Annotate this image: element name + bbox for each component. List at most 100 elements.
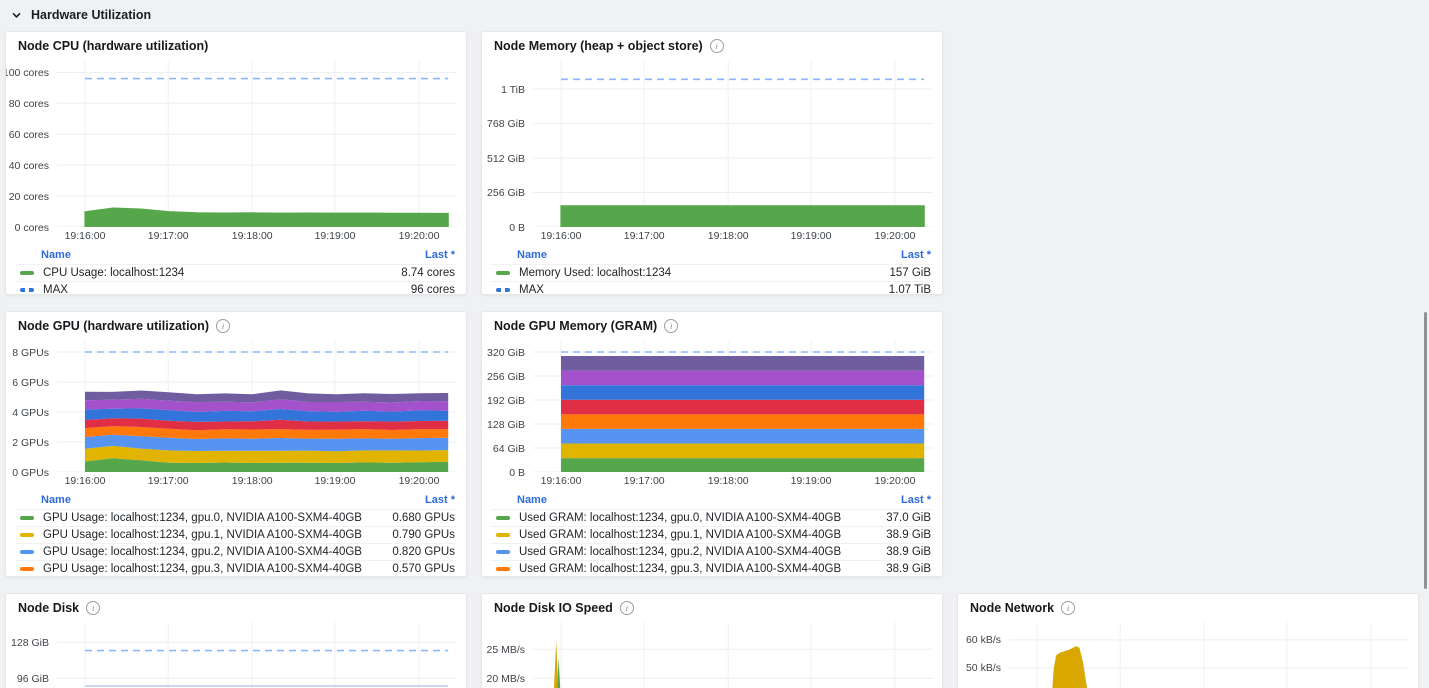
legend-series-swatch: [20, 271, 34, 275]
legend-column-last[interactable]: Last *: [901, 494, 931, 506]
panel-node-cpu: Node CPU (hardware utilization) 100 cores…: [5, 31, 467, 295]
chart-canvas[interactable]: [57, 60, 457, 227]
legend-column-last[interactable]: Last *: [901, 249, 931, 261]
x-axis-tick-label: 19:17:00: [623, 475, 665, 487]
legend-series-swatch: [496, 550, 510, 554]
legend: Name Last * Memory Used: localhost:1234 157…: [491, 247, 933, 295]
y-axis-tick-label: 80 cores: [8, 97, 49, 110]
x-axis-tick-label: 19:16:00: [64, 475, 106, 487]
y-axis-tick-label: 1 TiB: [501, 83, 525, 96]
legend-series-label[interactable]: GPU Usage: localhost:1234, gpu.1, NVIDIA…: [43, 529, 392, 541]
section-title: Hardware Utilization: [31, 8, 152, 22]
panel-title[interactable]: Node CPU (hardware utilization): [18, 39, 208, 53]
panel-title[interactable]: Node Memory (heap + object store): [494, 39, 703, 53]
legend-series-value: 37.0 GiB: [886, 512, 931, 524]
panel-title[interactable]: Node Network: [970, 601, 1054, 615]
y-axis-tick-label: 40 cores: [8, 159, 49, 172]
panel-title[interactable]: Node Disk: [18, 601, 79, 615]
legend-column-name[interactable]: Name: [517, 494, 547, 506]
legend-series-label[interactable]: MAX: [519, 284, 889, 294]
legend-column-last[interactable]: Last *: [425, 249, 455, 261]
y-axis-tick-label: 256 GiB: [487, 370, 525, 383]
panel-row: Node CPU (hardware utilization) 100 cores…: [5, 31, 1429, 295]
legend-series-label[interactable]: Used GRAM: localhost:1234, gpu.1, NVIDIA…: [519, 529, 886, 541]
chevron-down-icon: [12, 12, 21, 18]
info-icon[interactable]: i: [86, 601, 101, 615]
legend-row: Used GRAM: localhost:1234, gpu.1, NVIDIA…: [491, 526, 933, 543]
info-icon[interactable]: i: [1061, 601, 1076, 615]
legend-series-value: 38.9 GiB: [886, 563, 931, 575]
x-axis-tick-label: 19:19:00: [314, 230, 356, 242]
legend-series-label[interactable]: GPU Usage: localhost:1234, gpu.2, NVIDIA…: [43, 546, 392, 558]
x-axis-tick-label: 19:19:00: [314, 475, 356, 487]
info-icon[interactable]: i: [709, 39, 724, 53]
legend-series-label[interactable]: GPU Usage: localhost:1234, gpu.3, NVIDIA…: [43, 563, 392, 575]
y-axis-tick-label: 0 GPUs: [12, 466, 49, 479]
legend-row: GPU Usage: localhost:1234, gpu.3, NVIDIA…: [15, 560, 457, 576]
info-icon[interactable]: i: [216, 319, 230, 333]
y-axis-tick-label: 6 GPUs: [12, 376, 49, 389]
legend-header: Name Last *: [15, 247, 457, 264]
legend-series-label[interactable]: GPU Usage: localhost:1234, gpu.0, NVIDIA…: [43, 512, 392, 524]
chart-canvas[interactable]: [1009, 622, 1409, 688]
chart-canvas[interactable]: [57, 622, 457, 688]
legend-series-swatch: [20, 567, 34, 571]
panel-title[interactable]: Node GPU Memory (GRAM): [494, 319, 657, 333]
legend-series-label[interactable]: MAX: [43, 284, 411, 294]
panel-header: Node Memory (heap + object store) i: [491, 32, 933, 60]
chart-area: 1 TiB 768 GiB 512 GiB 256 GiB 0 B 19:16:00 19:…: [487, 60, 933, 244]
chart-canvas[interactable]: [533, 60, 933, 227]
y-axis-tick-label: 50 kB/s: [965, 662, 1001, 675]
panel-node-disk-io-speed: Node Disk IO Speed i 25 MB/s20 MB/s19:16:0…: [481, 593, 943, 688]
y-axis-tick-label: 128 GiB: [487, 418, 525, 431]
y-axis-tick-label: 60 kB/s: [965, 634, 1001, 647]
y-axis: 8 GPUs 6 GPUs 4 GPUs 2 GPUs 0 GPUs: [12, 340, 57, 489]
panel-title[interactable]: Node Disk IO Speed: [494, 601, 613, 615]
panel-header: Node Network i: [967, 594, 1409, 622]
legend-series-value: 0.570 GPUs: [392, 563, 455, 575]
legend-row: Memory Used: localhost:1234 157 GiB: [491, 264, 933, 281]
legend-series-swatch: [20, 533, 34, 537]
x-axis-tick-label: 19:20:00: [874, 230, 916, 242]
y-axis: 100 cores 80 cores 60 cores 40 cores 20 core…: [6, 60, 57, 244]
panel-title[interactable]: Node GPU (hardware utilization): [18, 319, 209, 333]
legend-row: Used GRAM: localhost:1234, gpu.0, NVIDIA…: [491, 509, 933, 526]
chart-area: 25 MB/s20 MB/s19:16:0019:17:0019:18:0019…: [486, 622, 933, 688]
legend-column-name[interactable]: Name: [41, 494, 71, 506]
chart-canvas[interactable]: [57, 340, 457, 472]
x-axis: 19:16:00 19:17:00 19:18:00 19:19:00 19:20:00: [57, 475, 457, 489]
legend-series-label[interactable]: CPU Usage: localhost:1234: [43, 267, 401, 279]
info-icon[interactable]: i: [664, 319, 679, 333]
chart-canvas[interactable]: [533, 340, 933, 472]
legend-series-swatch: [496, 567, 510, 571]
legend-series-label[interactable]: Used GRAM: localhost:1234, gpu.2, NVIDIA…: [519, 546, 886, 558]
legend-column-name[interactable]: Name: [41, 249, 71, 261]
y-axis-tick-label: 8 GPUs: [12, 346, 49, 359]
x-axis-tick-label: 19:16:00: [64, 230, 106, 242]
legend-series-label[interactable]: Used GRAM: localhost:1234, gpu.0, NVIDIA…: [519, 512, 886, 524]
legend-row: Used GRAM: localhost:1234, gpu.2, NVIDIA…: [491, 543, 933, 560]
legend-series-value: 0.680 GPUs: [392, 512, 455, 524]
info-icon[interactable]: i: [619, 601, 634, 615]
legend-column-name[interactable]: Name: [517, 249, 547, 261]
y-axis-tick-label: 256 GiB: [487, 187, 525, 199]
x-axis-tick-label: 19:19:00: [790, 475, 832, 487]
x-axis-tick-label: 19:16:00: [540, 475, 582, 487]
legend-series-label[interactable]: Used GRAM: localhost:1234, gpu.3, NVIDIA…: [519, 563, 886, 575]
legend-series-label[interactable]: Memory Used: localhost:1234: [519, 267, 889, 279]
legend-header: Name Last *: [491, 492, 933, 509]
x-axis: 19:16:00 19:17:00 19:18:00 19:19:00 19:20:00: [533, 230, 933, 244]
y-axis-tick-label: 60 cores: [8, 128, 49, 141]
chart-canvas[interactable]: [533, 622, 933, 688]
legend-column-last[interactable]: Last *: [425, 494, 455, 506]
y-axis: 320 GiB 256 GiB 192 GiB 128 GiB 64 GiB 0 B: [487, 340, 533, 489]
panel-grid: Node CPU (hardware utilization) 100 cores…: [0, 31, 1429, 688]
dashboard-page: Hardware Utilization Node CPU (hardware …: [0, 0, 1429, 688]
legend-series-value: 1.07 TiB: [888, 284, 931, 295]
legend-row: GPU Usage: localhost:1234, gpu.0, NVIDIA…: [15, 509, 457, 526]
x-axis-tick-label: 19:18:00: [707, 475, 749, 487]
legend-series-value: 0.790 GPUs: [392, 529, 455, 541]
section-toggle-hardware-utilization[interactable]: Hardware Utilization: [0, 0, 1429, 31]
legend-header: Name Last *: [491, 247, 933, 264]
vertical-scrollbar-thumb[interactable]: [1424, 312, 1427, 589]
